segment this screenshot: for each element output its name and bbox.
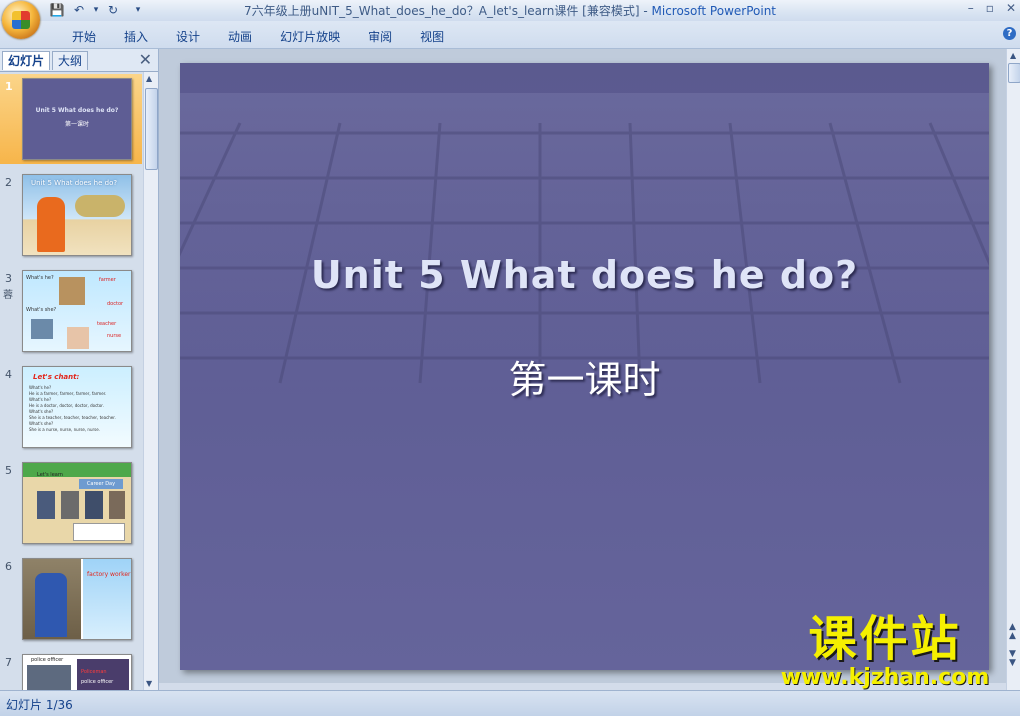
help-icon[interactable]: ? — [1003, 27, 1016, 40]
tab-view[interactable]: 视图 — [406, 28, 458, 45]
thumbnail-slide-6[interactable]: 6 factory worker — [0, 554, 142, 644]
watermark-url: www.kjzhan.com — [780, 665, 990, 690]
tab-insert[interactable]: 插入 — [110, 28, 162, 45]
person-figure — [37, 197, 65, 252]
ribbon-tab-bar: 开始 插入 设计 动画 幻灯片放映 审阅 视图 ? — [0, 21, 1020, 49]
photo-icon — [31, 319, 53, 339]
thumbnail-scrollbar[interactable]: ▲ ▼ — [143, 72, 158, 690]
scroll-up-icon[interactable]: ▲ — [1010, 51, 1016, 60]
slide-editor: Unit 5 What does he do? 第一课时 — [159, 49, 1006, 690]
thumbnail-slide-4[interactable]: 4 Let's chant: What's he? He is a farmer… — [0, 362, 142, 452]
document-title: 7六年级上册uNIT_5_What_does_he_do？A_let's_lea… — [243, 4, 652, 18]
thumbnail-subtitle: 第一课时 — [64, 121, 89, 128]
thumbnail-banner: Career Day — [79, 479, 123, 489]
tab-slideshow[interactable]: 幻灯片放映 — [266, 28, 354, 45]
status-bar: 幻灯片 1/36 — [0, 690, 1020, 716]
thumbnail-number: 3 — [5, 272, 12, 285]
slide-subtitle[interactable]: 第一课时 — [180, 349, 989, 404]
thumbnail-text: What's she? — [26, 307, 57, 313]
window-title: 7六年级上册uNIT_5_What_does_he_do？A_let's_lea… — [0, 2, 1020, 19]
animation-marker: 蓉 — [3, 290, 13, 301]
tab-home[interactable]: 开始 — [58, 28, 110, 45]
thumbnail-image: Unit 5 What does he do? 第一课时 — [22, 78, 132, 160]
thumbnail-text: teacher — [97, 321, 117, 327]
office-logo-icon — [12, 11, 30, 29]
person-figure — [109, 491, 125, 519]
thumbnail-number: 7 — [5, 656, 12, 669]
thumbnail-text: nurse — [107, 333, 122, 339]
slides-pane: 幻灯片 大纲 ✕ 1 Unit 5 What does he do? 第一课时 … — [0, 49, 159, 690]
person-figure — [27, 665, 71, 690]
tab-review[interactable]: 审阅 — [354, 28, 406, 45]
tab-slides[interactable]: 幻灯片 — [2, 51, 51, 70]
watermark-logo: 课件站 www.kjzhan.com — [770, 612, 1000, 690]
thumbnail-number: 2 — [5, 176, 12, 189]
thumbnail-image: police officer Policeman police officer — [22, 654, 132, 690]
maximize-button[interactable]: ▫ — [986, 1, 994, 15]
thumbnail-number: 1 — [5, 80, 13, 93]
speech-box — [73, 523, 125, 541]
photo-icon — [67, 327, 89, 349]
thumbnail-slide-2[interactable]: 2 Unit 5 What does he do? — [0, 170, 142, 260]
thumbnail-title: Unit 5 What does he do? — [31, 179, 118, 187]
scroll-thumb[interactable] — [1008, 63, 1020, 83]
tab-animations[interactable]: 动画 — [214, 28, 266, 45]
slide-counter: 幻灯片 1/36 — [6, 698, 73, 712]
pane-tabs: 幻灯片 大纲 ✕ — [0, 49, 158, 72]
thumbnail-slide-5[interactable]: 5 Let's learn Career Day — [0, 458, 142, 548]
thumbnail-text: What's he? — [26, 275, 54, 281]
person-figure — [61, 491, 79, 519]
thumbnail-image: factory worker — [22, 558, 132, 640]
close-button[interactable]: ✕ — [1006, 1, 1016, 15]
thumbnail-image: Let's learn Career Day — [22, 462, 132, 544]
chant-line: She is a nurse, nurse, nurse, nurse. — [29, 427, 100, 432]
thumbnail-list: 1 Unit 5 What does he do? 第一课时 2 Unit 5 … — [0, 72, 142, 690]
person-figure — [35, 573, 67, 637]
thumbnail-label: police officer — [31, 657, 64, 663]
person-figure — [37, 491, 55, 519]
thumbnail-heading: Let's chant: — [33, 373, 80, 381]
thumbnail-slide-3[interactable]: 3 蓉 What's he? farmer doctor What's she?… — [0, 266, 142, 356]
current-slide[interactable]: Unit 5 What does he do? 第一课时 — [180, 63, 989, 670]
thumbnail-number: 6 — [5, 560, 12, 573]
tab-outline[interactable]: 大纲 — [52, 51, 89, 70]
watermark-text: 课件站 — [808, 611, 962, 667]
thumbnail-number: 5 — [5, 464, 12, 477]
person-figure — [85, 491, 103, 519]
thumbnail-heading: Let's learn — [37, 472, 63, 478]
helicopter-figure — [75, 195, 125, 217]
thumbnail-slide-1[interactable]: 1 Unit 5 What does he do? 第一课时 — [0, 74, 142, 164]
thumbnail-image: Let's chant: What's he? He is a farmer, … — [22, 366, 132, 448]
thumbnail-title: Unit 5 What does he do? — [35, 107, 119, 114]
window-controls: – ▫ ✕ — [968, 1, 1016, 15]
tab-design[interactable]: 设计 — [162, 28, 214, 45]
thumbnail-image: Unit 5 What does he do? — [22, 174, 132, 256]
thumbnail-image: What's he? farmer doctor What's she? tea… — [22, 270, 132, 352]
scroll-up-icon[interactable]: ▲ — [146, 74, 152, 83]
photo-icon — [59, 277, 85, 305]
thumbnail-label: factory worker — [87, 571, 131, 578]
slide-scrollbar[interactable]: ▲ ▲ ▲ ▼ ▼ — [1006, 49, 1020, 690]
prev-next-slide-icon[interactable]: ▲ ▲ ▼ ▼ — [1009, 623, 1016, 668]
thumbnail-label: Policeman — [81, 669, 107, 675]
close-icon[interactable]: ✕ — [139, 50, 152, 69]
thumbnail-label: police officer — [81, 679, 114, 685]
thumbnail-slide-7[interactable]: 7 police officer Policeman police office… — [0, 650, 142, 690]
office-button[interactable] — [2, 1, 40, 39]
slide-title[interactable]: Unit 5 What does he do? — [180, 253, 989, 297]
minimize-button[interactable]: – — [968, 1, 974, 15]
app-name: Microsoft PowerPoint — [651, 4, 777, 18]
thumbnail-text: farmer — [99, 277, 116, 283]
thumbnail-text-block: What's he? He is a farmer, farmer, farme… — [29, 385, 116, 433]
title-bar: 💾 ↶ ▾ ↻ ▾ 7六年级上册uNIT_5_What_does_he_do？A… — [0, 0, 1020, 21]
thumbnail-text: doctor — [107, 301, 124, 307]
thumbnail-number: 4 — [5, 368, 12, 381]
scroll-down-icon[interactable]: ▼ — [146, 679, 152, 688]
scroll-thumb[interactable] — [145, 88, 158, 170]
